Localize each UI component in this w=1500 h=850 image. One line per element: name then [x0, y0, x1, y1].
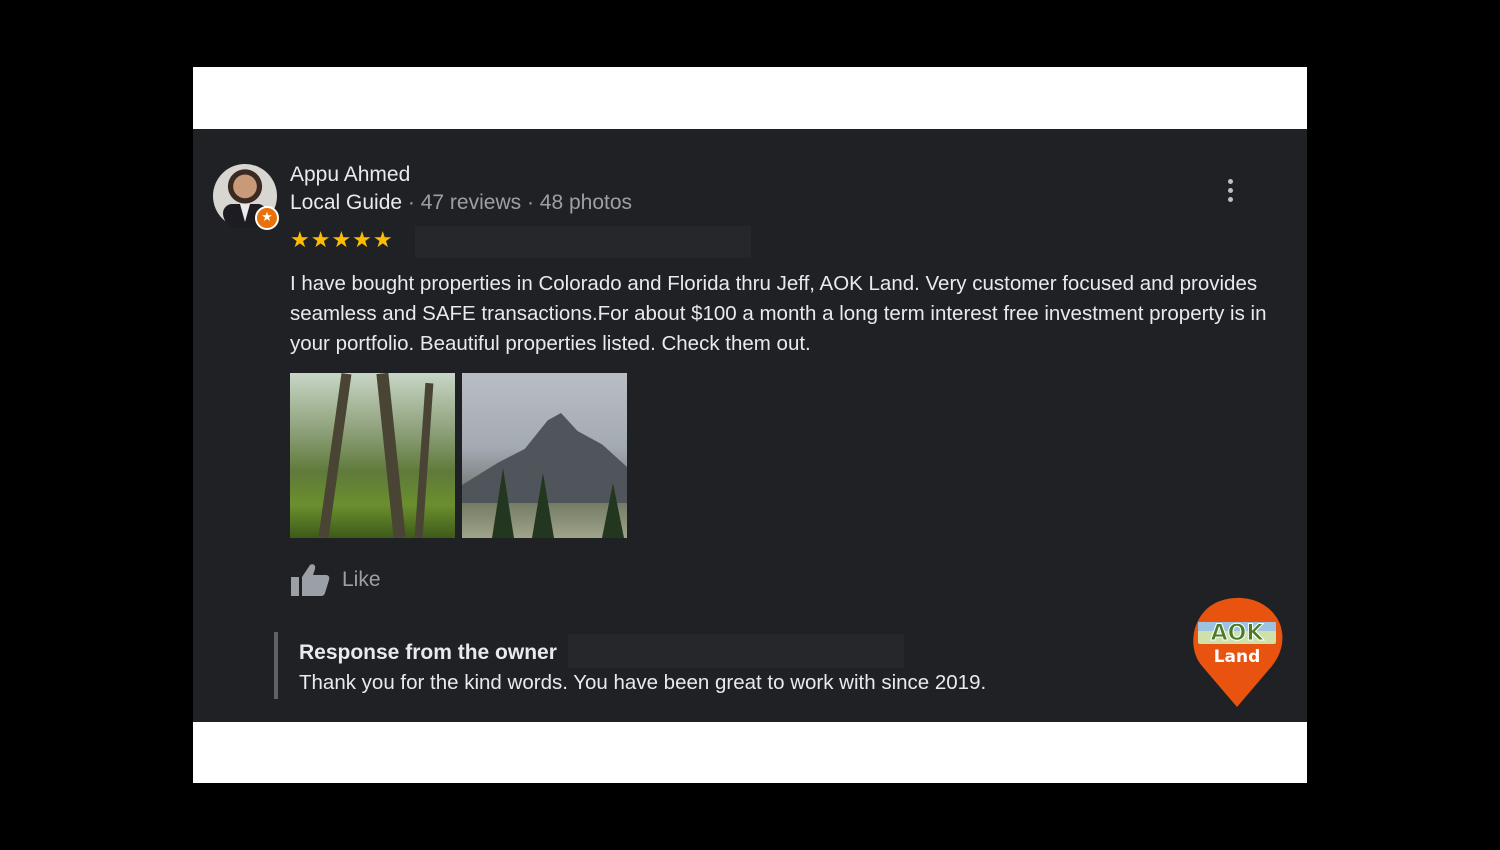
review-text: I have bought properties in Colorado and…: [290, 272, 1267, 355]
review-card: ★ Appu Ahmed Local Guide · 47 reviews · …: [193, 129, 1307, 722]
response-title: Response from the owner: [299, 641, 557, 664]
response-text: Thank you for the kind words. You have b…: [299, 671, 987, 694]
review-photo-forest[interactable]: [290, 373, 455, 538]
svg-text:AOK: AOK: [1211, 621, 1265, 646]
local-guide-star-icon: ★: [255, 206, 279, 230]
bottom-white-band: [193, 722, 1307, 783]
redacted-date-bar: [415, 226, 751, 258]
thumbs-up-icon: [291, 564, 330, 596]
svg-text:Land: Land: [1214, 647, 1261, 667]
like-label: Like: [342, 568, 381, 591]
reviewer-avatar[interactable]: ★: [213, 164, 279, 230]
more-options-icon[interactable]: [1220, 177, 1240, 205]
reviewer-name[interactable]: Appu Ahmed: [290, 163, 410, 187]
reviewer-stats: · 47 reviews · 48 photos: [402, 191, 633, 214]
top-white-band: [193, 67, 1307, 129]
local-guide-label: Local Guide: [290, 191, 403, 214]
like-button[interactable]: Like: [290, 560, 381, 600]
review-photo-mountain[interactable]: [462, 373, 627, 538]
redacted-response-date-bar: [568, 634, 904, 668]
aok-land-logo: AOK Land: [1193, 597, 1283, 707]
reviewer-meta: Local Guide · 47 reviews · 48 photos: [290, 191, 632, 215]
star-rating: ★★★★★: [290, 228, 394, 253]
owner-response: Response from the owner Thank you for th…: [274, 632, 1074, 699]
